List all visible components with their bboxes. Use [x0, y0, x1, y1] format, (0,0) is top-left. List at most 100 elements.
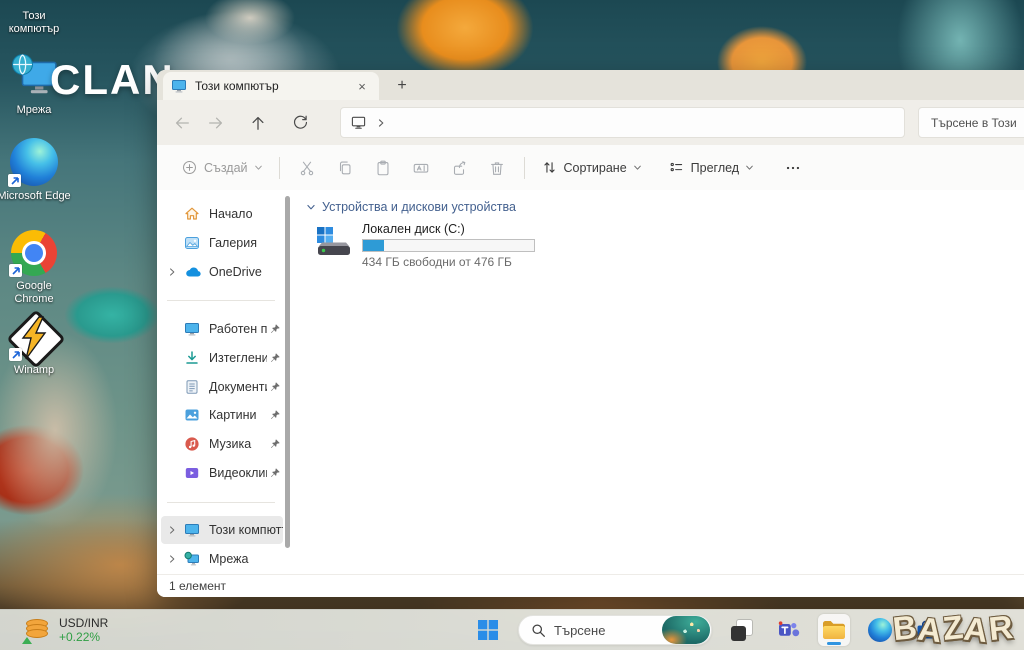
file-explorer-button[interactable]	[818, 614, 850, 646]
network-icon	[183, 551, 201, 567]
pin-icon	[267, 352, 283, 364]
desktop-icon-chrome[interactable]: Google Chrome	[0, 230, 72, 306]
desktop-icon-winamp[interactable]: Winamp	[0, 314, 72, 377]
new-button[interactable]: Създай	[173, 153, 271, 182]
desktop-icon-edge[interactable]: Microsoft Edge	[0, 138, 72, 203]
sidebar-item-gallery[interactable]: Галерия	[161, 229, 283, 257]
chevron-right-icon	[376, 118, 386, 128]
taskbar-center: Търсене	[472, 610, 942, 650]
navigation-bar: Търсене в Този	[157, 100, 1024, 145]
more-icon	[784, 159, 802, 177]
sidebar-item-documents[interactable]: Документи	[161, 373, 283, 401]
sidebar-item-label: Музика	[209, 437, 267, 451]
watermark-clan: CLAN	[50, 56, 175, 104]
widgets-button[interactable]: USD/INR +0.22%	[16, 613, 116, 647]
sidebar-item-pictures[interactable]: Картини	[161, 401, 283, 429]
paste-button[interactable]	[364, 152, 402, 184]
sidebar-scrollbar[interactable]	[285, 196, 290, 548]
cut-button[interactable]	[288, 152, 326, 184]
music-icon	[183, 436, 201, 452]
chevron-down-icon	[306, 202, 316, 212]
sidebar-item-this-pc[interactable]: Този компютър	[161, 516, 283, 544]
sidebar-item-music[interactable]: Музика	[161, 430, 283, 458]
drive-name: Локален диск (C:)	[362, 222, 535, 236]
sidebar-item-onedrive[interactable]: OneDrive	[161, 258, 283, 286]
copy-button[interactable]	[326, 152, 364, 184]
pin-icon	[267, 467, 283, 479]
rename-button[interactable]	[402, 152, 440, 184]
chevron-down-icon	[254, 163, 263, 172]
task-view-button[interactable]	[726, 614, 758, 646]
sidebar-divider	[167, 502, 275, 503]
chevron-right-icon	[161, 267, 183, 277]
sidebar-item-home[interactable]: Начало	[161, 200, 283, 228]
monitor-icon	[171, 78, 187, 94]
toolbar-divider	[279, 157, 280, 179]
coins-icon	[24, 618, 50, 642]
status-bar: 1 елемент	[157, 574, 1024, 597]
forward-icon	[207, 114, 225, 132]
refresh-button[interactable]	[283, 106, 317, 140]
pin-icon	[267, 438, 283, 450]
sidebar-item-label: Документи	[209, 380, 267, 394]
more-options-button[interactable]	[774, 152, 812, 184]
explorer-search-box[interactable]: Търсене в Този	[918, 107, 1024, 138]
widget-change: +0.22%	[59, 630, 108, 644]
up-button[interactable]	[241, 106, 275, 140]
search-icon	[531, 623, 546, 638]
desktop-icon-this-pc[interactable]: Този компютър	[0, 0, 72, 36]
group-header-devices[interactable]: Устройства и дискови устройства	[306, 200, 516, 214]
monitor-icon	[351, 115, 366, 130]
start-button[interactable]	[472, 614, 504, 646]
share-button[interactable]	[440, 152, 478, 184]
search-highlight-image[interactable]	[662, 616, 710, 644]
toolbar-divider	[524, 157, 525, 179]
desktop-icon	[183, 321, 201, 337]
drive-free-space: 434 ГБ свободни от 476 ГБ	[362, 255, 535, 269]
drive-item-c[interactable]: Локален диск (C:) 434 ГБ свободни от 476…	[314, 222, 544, 268]
taskbar-search-box[interactable]: Търсене	[518, 615, 712, 645]
winamp-icon	[11, 314, 57, 360]
desktop-icon-label: Google Chrome	[0, 280, 72, 306]
shortcut-arrow-icon	[8, 174, 21, 187]
pin-icon	[267, 381, 283, 393]
window-body: Начало Галерия OneDrive Работен пло	[157, 190, 1024, 575]
navigation-pane: Начало Галерия OneDrive Работен пло	[157, 190, 300, 575]
sidebar-item-label: Този компютър	[209, 523, 283, 537]
sidebar-item-label: Галерия	[209, 236, 283, 250]
sidebar-item-label: Мрежа	[209, 552, 283, 566]
sort-icon	[541, 159, 558, 176]
paste-icon	[374, 159, 392, 177]
back-button[interactable]	[165, 106, 199, 140]
downloads-icon	[183, 350, 201, 366]
tab-close-button[interactable]: ×	[353, 79, 371, 94]
shortcut-arrow-icon	[9, 264, 22, 277]
group-header-label: Устройства и дискови устройства	[322, 200, 516, 214]
sidebar-item-network[interactable]: Мрежа	[161, 545, 283, 573]
sidebar-item-label: Картини	[209, 408, 267, 422]
new-tab-button[interactable]: +	[390, 74, 414, 98]
tab-strip: Този компютър × +	[157, 70, 1024, 100]
chrome-icon	[11, 230, 57, 276]
taskbar: USD/INR +0.22% Търсене	[0, 609, 1024, 650]
sort-button[interactable]: Сортиране	[533, 153, 650, 182]
drive-usage-fill	[363, 240, 384, 251]
view-button[interactable]: Преглед	[660, 153, 762, 182]
sidebar-item-downloads[interactable]: Изтеглени ф	[161, 344, 283, 372]
chevron-right-icon	[161, 554, 183, 564]
address-bar[interactable]	[340, 107, 905, 138]
explorer-tab[interactable]: Този компютър ×	[163, 72, 379, 100]
delete-button[interactable]	[478, 152, 516, 184]
sidebar-divider	[167, 300, 275, 301]
share-icon	[450, 159, 468, 177]
refresh-icon	[292, 114, 309, 131]
desktop-icon-label: Мрежа	[0, 104, 72, 117]
desktop-icon-label: Microsoft Edge	[0, 190, 72, 203]
chevron-down-icon	[633, 163, 642, 172]
taskbar-search-placeholder: Търсене	[554, 623, 654, 638]
watermark-bazar: BAZAR	[893, 610, 1014, 648]
forward-button[interactable]	[199, 106, 233, 140]
teams-chat-button[interactable]	[772, 614, 804, 646]
sidebar-item-videos[interactable]: Видеоклипо	[161, 459, 283, 487]
sidebar-item-desktop[interactable]: Работен пло	[161, 315, 283, 343]
